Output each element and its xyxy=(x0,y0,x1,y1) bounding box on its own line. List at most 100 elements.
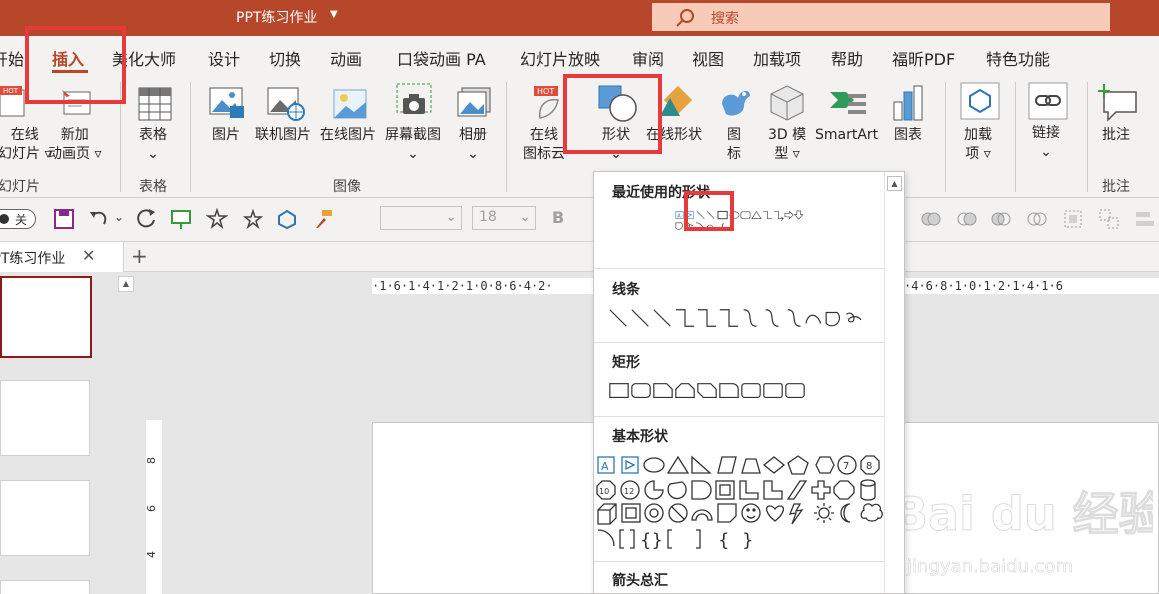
slide-thumbnail[interactable] xyxy=(0,580,90,594)
smartart-icon[interactable] xyxy=(828,86,868,120)
tab-addins[interactable]: 加载项 xyxy=(753,46,801,70)
tab-slideshow[interactable]: 幻灯片放映 xyxy=(520,46,600,70)
online-slides-button[interactable]: 在线 幻灯片 ▿ xyxy=(0,126,51,164)
thumbnail-scrollbar[interactable]: ▲ xyxy=(116,272,136,594)
chart-button[interactable]: 图表 xyxy=(894,126,922,145)
octagon-shape[interactable]: 8 xyxy=(860,455,880,475)
round-corner-rectangle-shape[interactable] xyxy=(719,383,739,399)
left-bracket-shape[interactable] xyxy=(667,529,672,549)
elbow-connector-shape[interactable] xyxy=(675,309,695,327)
elbow-connector-shape[interactable] xyxy=(762,211,773,220)
font-size-select[interactable]: 18 ⌄ xyxy=(472,206,536,230)
slide-thumbnail[interactable] xyxy=(0,480,90,556)
diagonal-stripe-shape[interactable] xyxy=(786,480,808,500)
snip-diagonal-rectangle-shape[interactable] xyxy=(697,383,717,399)
online-shapes-icon[interactable] xyxy=(658,86,692,120)
block-arc-shape[interactable] xyxy=(691,509,713,521)
smartart-button[interactable]: SmartArt xyxy=(815,126,878,145)
add-tab-button[interactable]: + xyxy=(131,244,148,268)
star-outline-icon[interactable] xyxy=(206,208,228,230)
shape-combine-icon[interactable] xyxy=(956,208,978,230)
right-brace-shape[interactable]: } xyxy=(742,530,753,551)
format-painter-icon[interactable] xyxy=(312,208,334,230)
addins-button[interactable]: 加载项 ▿ xyxy=(964,126,992,164)
tab-help[interactable]: 帮助 xyxy=(831,46,863,70)
rounded-rectangle-shape[interactable] xyxy=(740,211,751,219)
right-bracket-shape[interactable] xyxy=(696,529,701,549)
linked-picture-icon[interactable] xyxy=(266,86,306,122)
frame-shape[interactable] xyxy=(715,480,735,500)
sun-shape[interactable] xyxy=(814,503,834,523)
font-name-select[interactable]: ⌄ xyxy=(380,206,462,230)
triangle-shape[interactable] xyxy=(666,455,690,474)
scroll-up-icon[interactable]: ▲ xyxy=(118,276,134,292)
slideshow-icon[interactable] xyxy=(170,208,192,230)
textbox-shape[interactable]: A xyxy=(597,456,615,474)
align-objects-icon[interactable] xyxy=(1134,208,1156,230)
rounded-same-side-rectangle-shape[interactable] xyxy=(741,383,761,399)
oval-shape[interactable] xyxy=(643,457,665,473)
online-icon-cloud-button[interactable]: 在线 图标云 xyxy=(523,126,565,164)
vertical-textbox-shape[interactable] xyxy=(621,456,639,474)
online-icon-cloud-icon[interactable]: HOT xyxy=(534,84,564,122)
rounded-rectangle-shape[interactable] xyxy=(631,383,651,399)
group-objects-icon[interactable] xyxy=(1062,208,1084,230)
comment-button[interactable]: 批注 xyxy=(1102,126,1130,145)
undo-dropdown-icon[interactable]: ⌄ xyxy=(114,210,124,224)
tab-review[interactable]: 审阅 xyxy=(632,46,664,70)
star-sparkle-icon[interactable] xyxy=(242,208,264,230)
undo-icon[interactable] xyxy=(88,208,110,230)
smiley-face-shape[interactable] xyxy=(741,503,761,523)
line-shape[interactable] xyxy=(609,309,627,327)
heart-shape[interactable] xyxy=(765,505,785,522)
document-title[interactable]: PPT练习作业 xyxy=(236,7,317,27)
cross-shape[interactable] xyxy=(811,480,831,500)
comment-icon[interactable] xyxy=(1098,84,1138,122)
tab-transitions[interactable]: 切换 xyxy=(269,46,301,70)
elbow-double-arrow-connector-shape[interactable] xyxy=(719,309,739,327)
slide-thumbnail[interactable] xyxy=(0,276,92,358)
curved-connector-shape[interactable] xyxy=(743,309,757,327)
parallelogram-shape[interactable] xyxy=(717,456,737,474)
cloud-shape[interactable] xyxy=(860,503,883,522)
pentagon-shape[interactable] xyxy=(787,455,809,475)
freeform-shape[interactable] xyxy=(825,311,841,327)
moon-shape[interactable] xyxy=(840,503,851,523)
link-button[interactable]: 链接 ⌄ xyxy=(1032,124,1060,162)
tab-home[interactable]: 开始 xyxy=(0,46,24,70)
triangle-shape[interactable] xyxy=(751,210,762,220)
rectangle-shape[interactable] xyxy=(609,383,629,399)
tab-special-features[interactable]: 特色功能 xyxy=(986,46,1050,70)
no-symbol-shape[interactable] xyxy=(668,503,688,523)
diamond-shape[interactable] xyxy=(762,456,786,474)
close-icon[interactable]: ✕ xyxy=(82,246,95,265)
snip-same-side-rectangle-shape[interactable] xyxy=(675,383,695,399)
table-icon[interactable] xyxy=(137,86,173,122)
bold-button[interactable]: B xyxy=(552,208,564,227)
textbox-shape[interactable]: A xyxy=(675,211,684,219)
right-arrow-shape[interactable] xyxy=(784,210,794,220)
rounded-rectangle-shape[interactable] xyxy=(785,383,805,399)
new-animation-page-button[interactable]: 新加 动画页 ▿ xyxy=(48,126,101,164)
addins-icon[interactable] xyxy=(960,82,1000,120)
search-box[interactable]: 搜索 xyxy=(652,3,1110,31)
online-slides-icon[interactable]: HOT xyxy=(0,84,26,120)
plaque-shape[interactable] xyxy=(833,480,855,500)
donut-shape[interactable] xyxy=(644,503,664,523)
photo-album-button[interactable]: 相册 ⌄ xyxy=(459,126,487,164)
chart-icon[interactable] xyxy=(892,84,926,122)
heptagon-shape[interactable]: 7 xyxy=(837,455,857,475)
trapezoid-shape[interactable] xyxy=(741,458,761,474)
right-triangle-shape[interactable] xyxy=(691,455,712,474)
ungroup-objects-icon[interactable] xyxy=(1098,208,1120,230)
table-button[interactable]: 表格 ⌄ xyxy=(139,126,167,164)
decagon-shape[interactable]: 10 xyxy=(596,480,616,500)
cube-shape[interactable] xyxy=(597,503,617,525)
icons-button[interactable]: 图标 xyxy=(727,126,741,164)
morph-shape-icon[interactable] xyxy=(276,208,298,230)
tab-pocket-animation[interactable]: 口袋动画 PA xyxy=(397,46,486,70)
redo-icon[interactable] xyxy=(135,208,157,230)
pie-shape[interactable] xyxy=(644,480,664,500)
teardrop-shape[interactable] xyxy=(691,480,712,500)
autosave-toggle[interactable]: 关 xyxy=(0,209,36,229)
